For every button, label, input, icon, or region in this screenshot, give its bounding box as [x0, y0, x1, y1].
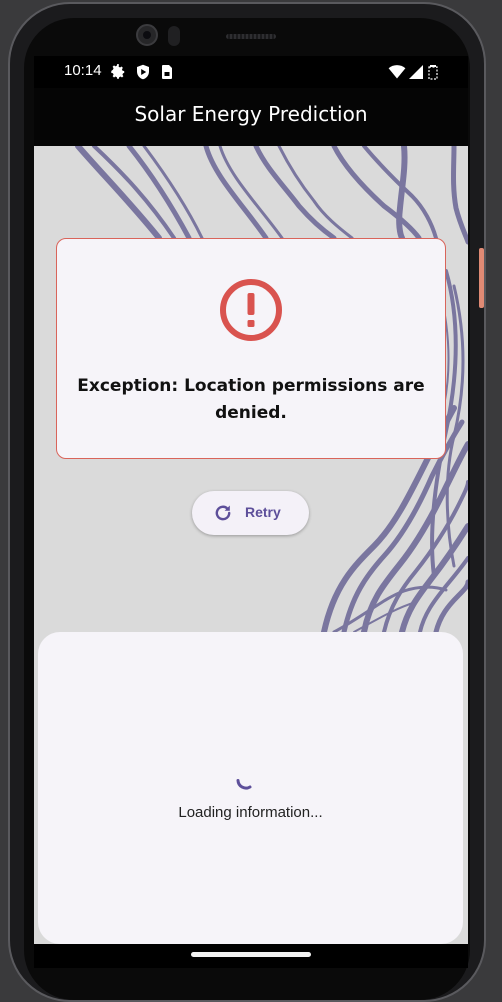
app-title: Solar Energy Prediction	[134, 102, 368, 126]
power-button	[479, 248, 484, 308]
screen: 10:14 Solar Energy Prediction Exception:…	[34, 56, 468, 968]
error-icon	[218, 277, 284, 347]
app-bar: Solar Energy Prediction	[34, 88, 468, 146]
status-time: 10:14	[64, 62, 102, 79]
front-camera	[136, 24, 158, 46]
retry-label: Retry	[245, 504, 281, 520]
loading-spinner	[234, 768, 258, 796]
bottom-sheet: Loading information...	[38, 632, 463, 944]
main-content: Exception: Location permissions are deni…	[34, 146, 468, 944]
status-bar: 10:14	[34, 56, 468, 88]
sim-card-icon	[160, 64, 174, 84]
retry-button[interactable]: Retry	[192, 491, 309, 535]
proximity-sensor	[168, 26, 180, 46]
loading-text: Loading information...	[178, 804, 323, 821]
navigation-bar	[34, 944, 468, 968]
home-gesture-handle[interactable]	[191, 952, 311, 957]
error-card: Exception: Location permissions are deni…	[56, 238, 446, 459]
gear-icon	[110, 64, 126, 84]
battery-icon	[428, 64, 438, 84]
error-message: Exception: Location permissions are deni…	[77, 376, 425, 423]
shield-icon	[135, 64, 151, 84]
earpiece-speaker	[226, 34, 276, 39]
wifi-icon	[388, 64, 406, 84]
signal-icon	[408, 64, 424, 84]
refresh-icon	[213, 503, 233, 527]
